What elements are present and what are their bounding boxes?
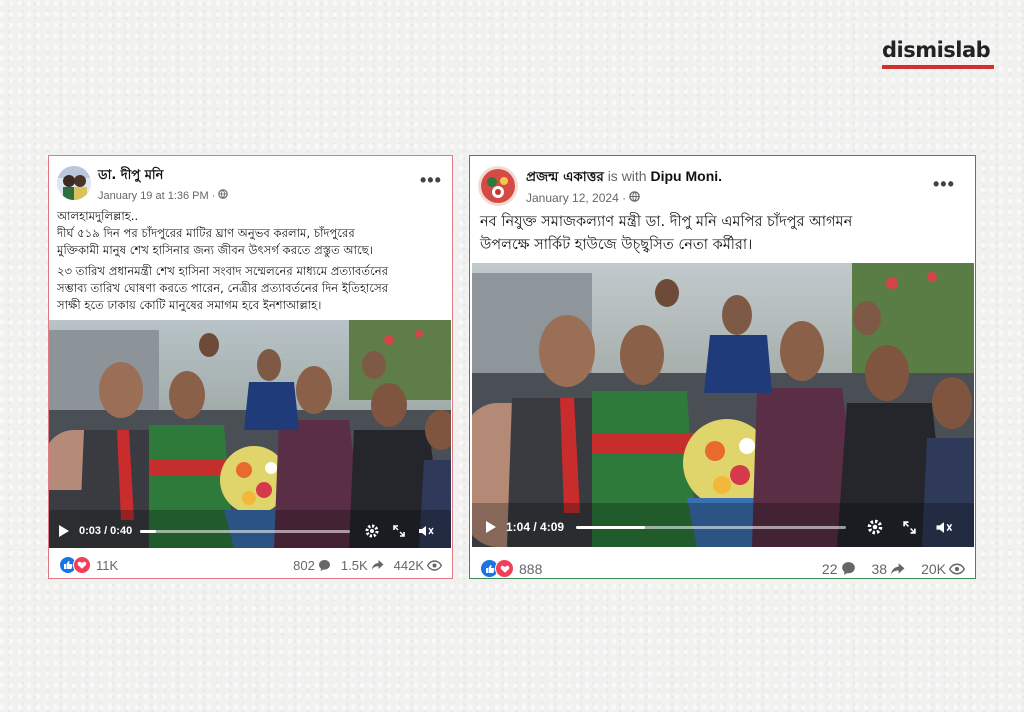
share-stat[interactable]: 38 <box>872 561 906 577</box>
right-facebook-post: প্রজন্ম একাত্তর is with Dipu Moni. Janua… <box>469 155 976 579</box>
settings-icon[interactable] <box>364 523 380 539</box>
video-progress-bar[interactable] <box>140 529 351 533</box>
share-count: 38 <box>871 560 888 577</box>
post-paragraph-1: আলহামদুলিল্লাহ.. দীর্ঘ ৫১৯ দিন পর চাঁদপু… <box>57 208 449 259</box>
volume-icon[interactable] <box>418 524 434 538</box>
video-progress-fill <box>140 529 156 533</box>
video-progress-bar[interactable] <box>576 525 847 529</box>
reaction-count: 888 <box>519 560 543 577</box>
eye-icon <box>427 559 442 571</box>
post-header: ডা. দীপু মনি January 19 at 1:36 PM · <box>57 166 229 202</box>
volume-icon[interactable] <box>935 520 953 535</box>
reactions[interactable]: 11K <box>59 556 118 574</box>
share-icon <box>891 562 905 575</box>
post-date[interactable]: January 12, 2024 <box>526 191 619 205</box>
post-date-line: January 12, 2024 · <box>526 191 722 205</box>
globe-icon <box>629 191 641 205</box>
text-line: মুক্তিকামী মানুষ শেখ হাসিনার জন্য জীবন উ… <box>57 243 373 257</box>
comment-icon <box>318 559 330 571</box>
comment-icon <box>841 562 855 575</box>
view-stat: 442K <box>394 558 442 573</box>
text-line: উপলক্ষে সার্কিট হাউজে উচ্ছ্বসিত নেতা কর্… <box>480 237 753 253</box>
text-line: নব নিযুক্ত সমাজকল্যাণ মন্ত্রী ডা. দীপু ম… <box>480 214 853 230</box>
comment-count: 22 <box>821 560 838 577</box>
author-line: প্রজন্ম একাত্তর is with Dipu Moni. <box>526 168 723 185</box>
video-frame <box>472 263 974 547</box>
video-progress-fill <box>576 525 646 529</box>
post-text: নব নিযুক্ত সমাজকল্যাণ মন্ত্রী ডা. দীপু ম… <box>480 211 972 257</box>
play-icon[interactable] <box>486 521 496 533</box>
video-time: 0:03 / 0:40 <box>79 525 133 537</box>
love-icon <box>495 559 514 578</box>
view-count: 442K <box>393 557 424 573</box>
view-stat: 20K <box>921 561 965 577</box>
avatar[interactable] <box>478 166 518 206</box>
dismislab-logo: dismislab <box>882 38 994 69</box>
fullscreen-icon[interactable] <box>902 520 917 535</box>
post-text: আলহামদুলিল্লাহ.. দীর্ঘ ৫১৯ দিন পর চাঁদপু… <box>57 208 449 314</box>
text-line: দীর্ঘ ৫১৯ দিন পর চাঁদপুরের মাটির ঘ্রাণ অ… <box>57 226 355 240</box>
more-options-icon[interactable]: ••• <box>420 170 442 191</box>
text-line: সাক্ষী হতে ঢাকায় কোটি মানুষের সমাগম হবে… <box>57 298 322 312</box>
play-icon[interactable] <box>59 525 69 537</box>
reactions[interactable]: 888 <box>480 559 542 578</box>
post-footer: 888 22 38 20K <box>480 559 965 578</box>
share-stat[interactable]: 1.5K <box>341 558 384 573</box>
post-header: প্রজন্ম একাত্তর is with Dipu Moni. Janua… <box>478 166 722 206</box>
comment-stat[interactable]: 802 <box>293 558 331 573</box>
logo-underline <box>882 65 994 69</box>
video-time: 1:04 / 4:09 <box>506 520 565 534</box>
avatar[interactable] <box>57 166 91 200</box>
with-text: is with <box>607 168 647 184</box>
post-paragraph-2: ২৩ তারিখ প্রধানমন্ত্রী শেখ হাসিনা সংবাদ … <box>57 263 449 314</box>
author-name[interactable]: প্রজন্ম একাত্তর <box>526 169 604 185</box>
share-icon <box>371 560 384 570</box>
settings-icon[interactable] <box>866 518 884 536</box>
share-count: 1.5K <box>340 557 368 573</box>
eye-icon <box>949 562 965 575</box>
view-count: 20K <box>921 560 946 577</box>
fullscreen-icon[interactable] <box>392 524 406 538</box>
text-line: সম্ভাব্য তারিখ ঘোষণা করতে পারেন, নেত্রীর… <box>57 281 389 295</box>
reaction-count: 11K <box>96 557 119 573</box>
post-date-line: January 19 at 1:36 PM · <box>98 189 229 202</box>
text-line: আলহামদুলিল্লাহ.. <box>57 209 139 223</box>
post-footer: 11K 802 1.5K 442K <box>59 556 442 574</box>
video-controls: 0:03 / 0:40 <box>49 514 451 548</box>
more-options-icon[interactable]: ••• <box>933 174 955 195</box>
comment-stat[interactable]: 22 <box>822 561 856 577</box>
tagged-name[interactable]: Dipu Moni <box>650 168 718 184</box>
comment-count: 802 <box>293 557 315 573</box>
left-facebook-post: ডা. দীপু মনি January 19 at 1:36 PM · •••… <box>48 155 453 579</box>
video-player[interactable]: 1:04 / 4:09 <box>472 263 974 547</box>
post-date[interactable]: January 19 at 1:36 PM <box>98 190 209 202</box>
video-player[interactable]: 0:03 / 0:40 <box>49 320 451 548</box>
logo-text: dismislab <box>882 38 991 62</box>
love-icon <box>73 556 91 574</box>
globe-icon <box>218 189 229 202</box>
text-line: ২৩ তারিখ প্রধানমন্ত্রী শেখ হাসিনা সংবাদ … <box>57 264 389 278</box>
video-controls: 1:04 / 4:09 <box>472 507 974 547</box>
author-name[interactable]: ডা. দীপু মনি <box>98 166 228 187</box>
